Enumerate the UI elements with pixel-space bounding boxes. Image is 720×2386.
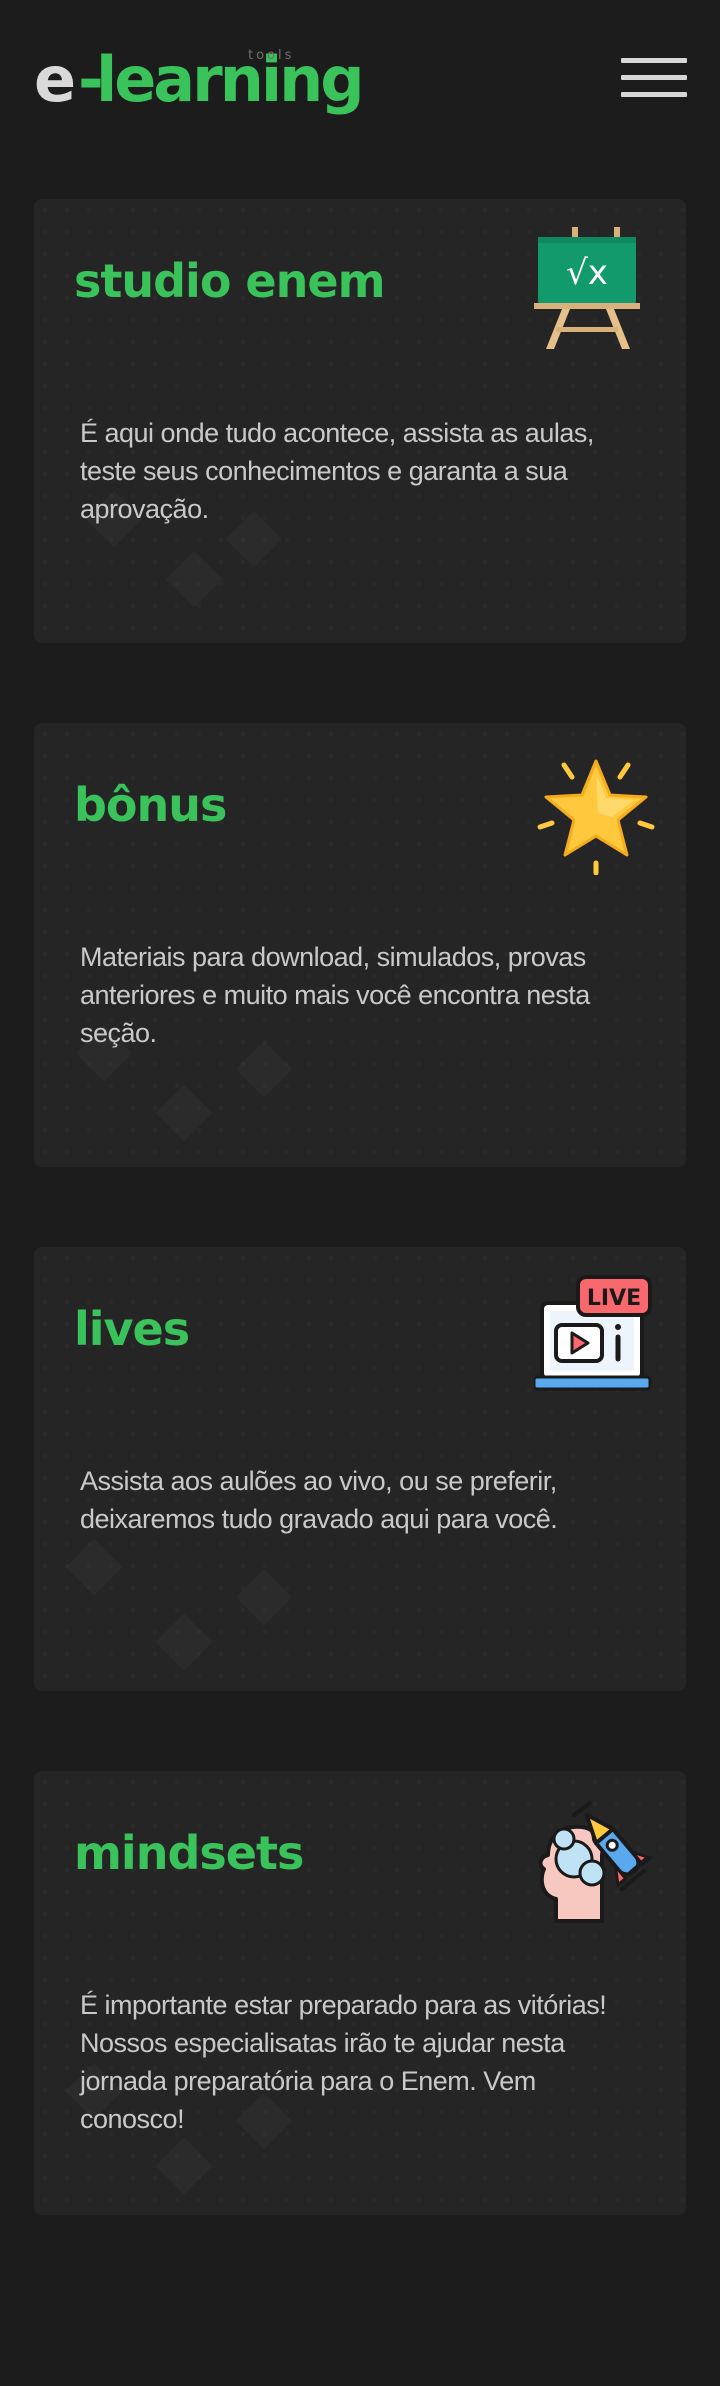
live-laptop-icon: LIVE: [534, 1275, 652, 1391]
svg-text:√x: √x: [566, 253, 608, 293]
card-description: É aqui onde tudo acontece, assista as au…: [80, 418, 594, 524]
live-badge-text: LIVE: [587, 1286, 641, 1311]
card-studio-enem[interactable]: studio enem É aqui onde tudo acontece, a…: [34, 199, 686, 643]
star-icon: [537, 759, 655, 875]
logo-e: e: [34, 43, 76, 116]
header: e - learning tools: [0, 0, 720, 170]
chalkboard-sqrt-icon: √x: [534, 227, 640, 349]
hamburger-menu-icon[interactable]: [621, 58, 687, 98]
logo[interactable]: e - learning tools: [34, 40, 365, 120]
card-description: Materiais para download, simulados, prov…: [80, 942, 590, 1048]
card-title: bônus: [74, 778, 227, 832]
card-title: studio enem: [74, 254, 386, 308]
head-rocket-icon: [538, 1801, 654, 1923]
card-title: mindsets: [74, 1826, 304, 1880]
logo-word: learning: [96, 43, 365, 116]
card-description: Assista aos aulões ao vivo, ou se prefer…: [80, 1466, 558, 1534]
card-lives[interactable]: lives Assista aos aulões ao vivo, ou se …: [34, 1247, 686, 1691]
logo-tools: tools: [248, 48, 295, 63]
card-mindsets[interactable]: mindsets É importante estar preparado pa…: [34, 1771, 686, 2215]
card-description: É importante estar preparado para as vit…: [80, 1990, 607, 2134]
card-title: lives: [74, 1302, 190, 1356]
card-bonus[interactable]: bônus Materiais para download, simulados…: [34, 723, 686, 1167]
